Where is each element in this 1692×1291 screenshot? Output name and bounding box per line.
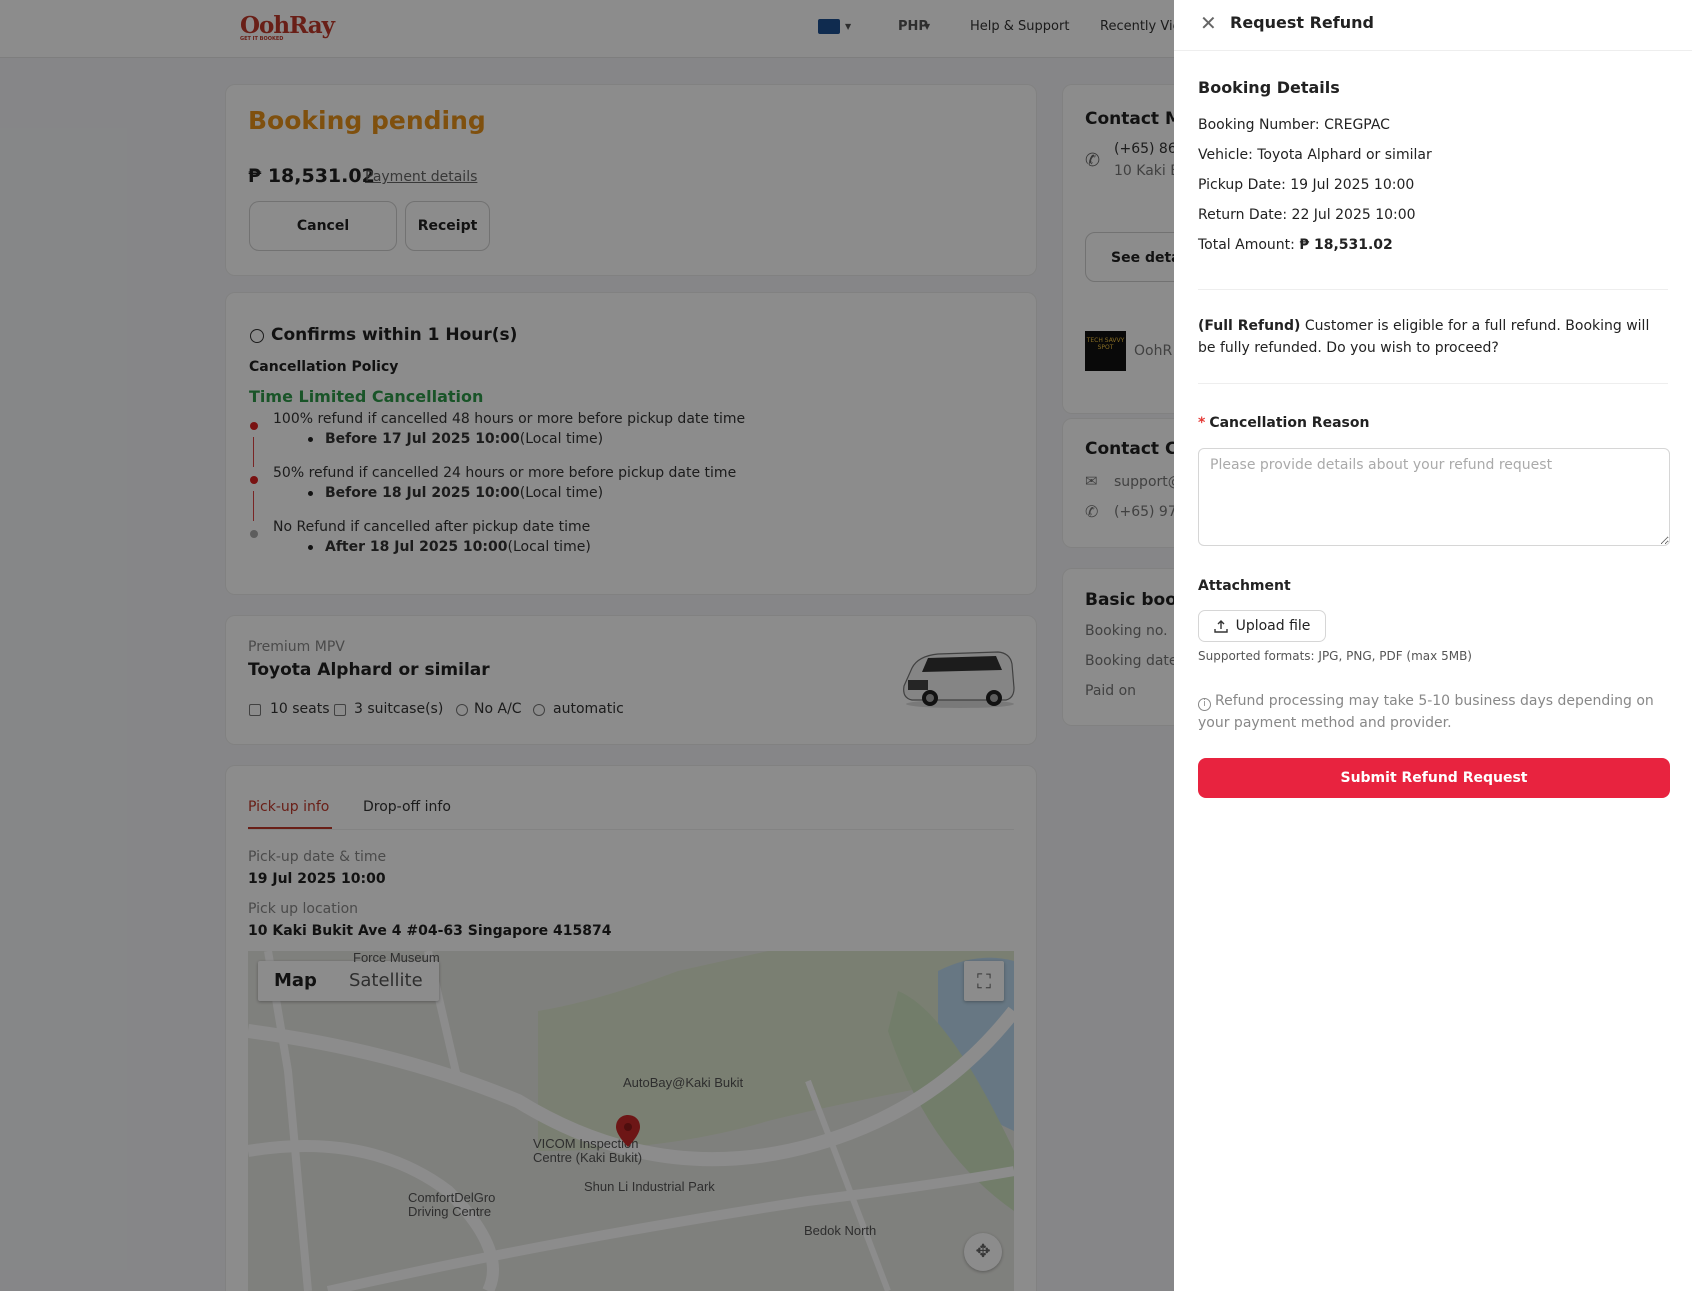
upload-file-label: Upload file [1235, 618, 1311, 634]
upload-icon [1213, 620, 1228, 633]
cancellation-reason-input[interactable] [1198, 448, 1670, 546]
supported-formats-note: Supported formats: JPG, PNG, PDF (max 5M… [1198, 649, 1472, 663]
attachment-label: Attachment [1198, 578, 1291, 594]
drawer-title: Request Refund [1230, 13, 1374, 32]
upload-file-button[interactable]: Upload file [1198, 610, 1326, 642]
close-icon[interactable]: ✕ [1200, 13, 1217, 33]
cancellation-reason-label: * Cancellation Reason [1198, 415, 1370, 431]
drawer-header: ✕ Request Refund [1174, 0, 1692, 51]
booking-total-amount: Total Amount: ₱ 18,531.02 [1198, 237, 1393, 253]
booking-details-heading: Booking Details [1198, 78, 1340, 97]
booking-number: Booking Number: CREGPAC [1198, 117, 1390, 133]
booking-pickup-date: Pickup Date: 19 Jul 2025 10:00 [1198, 177, 1415, 193]
submit-refund-button[interactable]: Submit Refund Request [1198, 758, 1670, 798]
info-icon: i [1198, 698, 1211, 711]
processing-time-note: i Refund processing may take 5-10 busines… [1198, 693, 1654, 731]
divider [1198, 289, 1668, 290]
booking-return-date: Return Date: 22 Jul 2025 10:00 [1198, 207, 1416, 223]
divider [1198, 383, 1668, 384]
booking-vehicle: Vehicle: Toyota Alphard or similar [1198, 147, 1432, 163]
refund-eligibility-message: (Full Refund) Customer is eligible for a… [1198, 318, 1650, 356]
request-refund-drawer: ✕ Request Refund Booking Details Booking… [1174, 0, 1692, 1291]
